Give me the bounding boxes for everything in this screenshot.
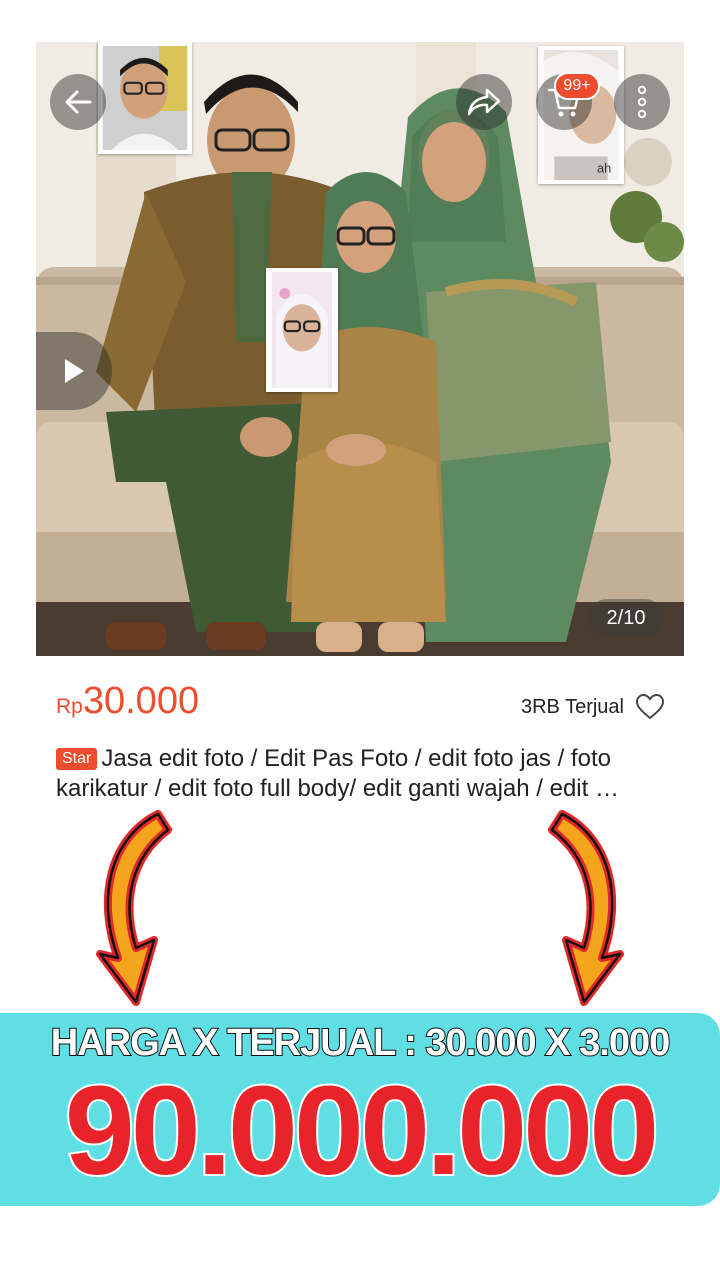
back-arrow-icon [65,90,92,114]
product-image-gallery[interactable]: ah [36,42,684,656]
heart-icon[interactable] [636,694,664,720]
curved-arrow-left-icon [96,810,172,1006]
share-button[interactable] [456,74,512,130]
play-icon [65,359,84,383]
play-video-button[interactable] [36,332,112,410]
product-title: Star Jasa edit foto / Edit Pas Foto / edi… [56,744,676,804]
revenue-formula: HARGA X TERJUAL : 30.000 X 3.000 [50,1021,671,1065]
revenue-total: 90.000.000 [63,1060,662,1201]
product-price: Rp30.000 [56,680,199,723]
share-icon [467,88,501,116]
price-amount: 30.000 [82,680,200,722]
product-title-text: Jasa edit foto / Edit Pas Foto / edit fo… [56,745,619,802]
face-inset-father [98,42,192,154]
face-inset-daughter [266,268,338,392]
image-counter: 2/10 [588,599,664,637]
curved-arrow-right-icon [548,810,624,1006]
cart-count-badge: 99+ [554,72,600,100]
more-options-button[interactable] [614,74,670,130]
star-seller-tag: Star [56,748,98,770]
more-vertical-icon [637,85,647,119]
sold-count: 3RB Terjual [520,696,624,718]
svg-text:ah: ah [597,161,611,176]
back-button[interactable] [50,74,106,130]
price-currency: Rp [56,695,83,718]
